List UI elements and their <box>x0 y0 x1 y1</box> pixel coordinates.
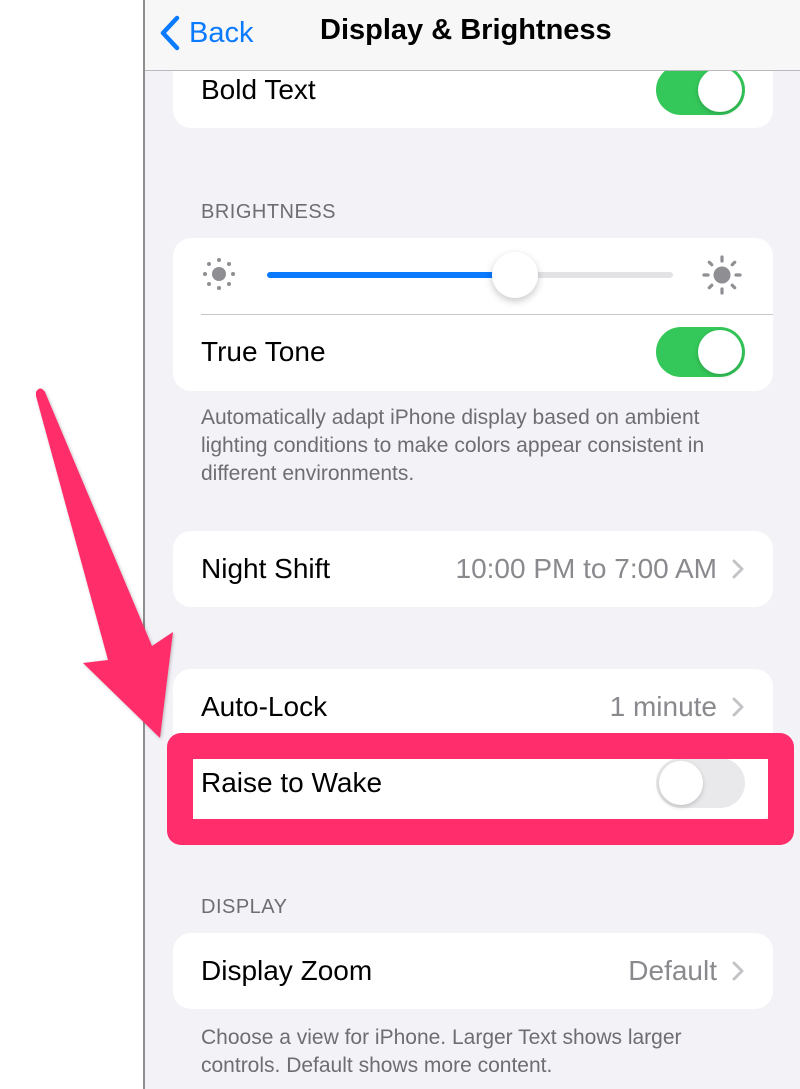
brightness-card: True Tone <box>173 238 773 391</box>
display-section-header: DISPLAY <box>201 896 288 918</box>
chevron-left-icon <box>160 15 180 51</box>
left-margin <box>0 0 143 1089</box>
display-zoom-value: Default <box>628 955 717 986</box>
night-shift-label: Night Shift <box>201 553 331 584</box>
brightness-slider-thumb[interactable] <box>491 252 538 298</box>
true-tone-toggle[interactable] <box>656 327 745 377</box>
brightness-slider[interactable] <box>267 252 673 298</box>
sun-large-icon <box>702 255 742 295</box>
sun-small-icon <box>203 258 235 290</box>
chevron-right-icon <box>732 697 744 717</box>
brightness-section-header: BRIGHTNESS <box>201 201 337 223</box>
night-shift-row[interactable]: Night Shift 10:00 PM to 7:00 AM <box>173 531 773 607</box>
display-zoom-label: Display Zoom <box>201 955 373 986</box>
raise-to-wake-toggle[interactable] <box>656 758 745 808</box>
night-shift-card: Night Shift 10:00 PM to 7:00 AM <box>173 531 773 607</box>
settings-screen: Back Display & Brightness Bold Text BRIG… <box>145 0 800 1089</box>
display-zoom-footer: Choose a view for iPhone. Larger Text sh… <box>201 1026 682 1077</box>
navigation-bar: Back Display & Brightness <box>145 0 800 71</box>
raise-to-wake-label: Raise to Wake <box>201 767 383 798</box>
auto-lock-row[interactable]: Auto-Lock 1 minute <box>173 669 773 745</box>
bold-text-toggle[interactable] <box>656 65 745 115</box>
display-zoom-row[interactable]: Display Zoom Default <box>173 933 773 1009</box>
brightness-slider-row <box>173 238 773 314</box>
chevron-right-icon <box>732 961 744 981</box>
true-tone-row: True Tone <box>173 314 773 390</box>
true-tone-footer: Automatically adapt iPhone display based… <box>201 406 705 485</box>
night-shift-value: 10:00 PM to 7:00 AM <box>455 553 718 584</box>
auto-lock-value: 1 minute <box>609 691 717 722</box>
bold-text-label: Bold Text <box>201 74 316 105</box>
toggle-knob <box>698 330 742 374</box>
display-zoom-card: Display Zoom Default <box>173 933 773 1009</box>
toggle-knob <box>698 68 742 112</box>
auto-lock-label: Auto-Lock <box>201 691 328 722</box>
toggle-knob <box>659 761 703 805</box>
chevron-right-icon <box>732 559 744 579</box>
brightness-slider-fill <box>267 272 515 278</box>
back-button[interactable]: Back <box>159 12 253 54</box>
back-label: Back <box>189 16 254 49</box>
page-title: Display & Brightness <box>320 14 612 46</box>
raise-to-wake-row: Raise to Wake <box>173 745 773 821</box>
true-tone-label: True Tone <box>201 336 326 367</box>
lock-card: Auto-Lock 1 minute Raise to Wake <box>173 669 773 821</box>
